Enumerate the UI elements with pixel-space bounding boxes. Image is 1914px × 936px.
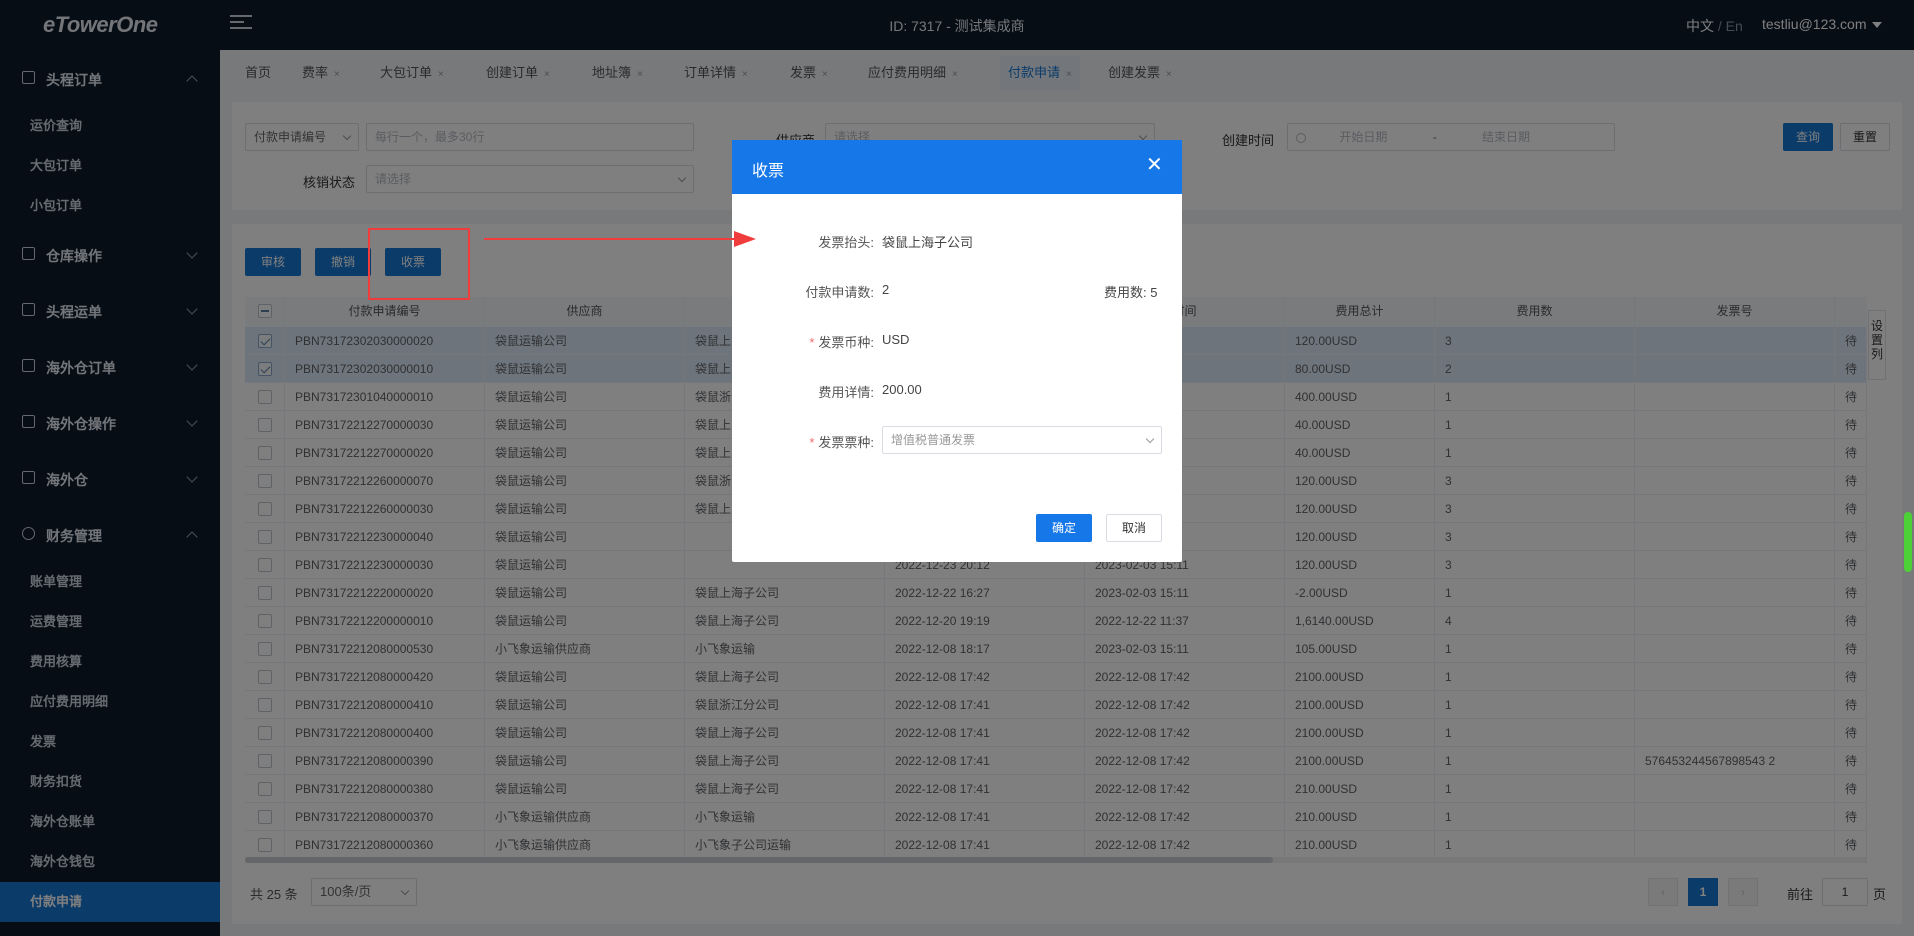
cancel-button[interactable]: 取消 [1106,514,1162,542]
fee-count-text: 费用数: 5 [1104,282,1157,301]
arrow-head-icon [734,231,756,247]
currency-label-text: 发票币种: [818,335,874,350]
required-mark: * [809,335,815,350]
apply-count-value: 2 [882,282,890,297]
fee-detail-label: 费用详情: [818,385,874,400]
confirm-button[interactable]: 确定 [1036,514,1092,542]
currency-label: * 发票币种: [744,332,874,351]
currency-value: USD [882,332,910,347]
required-mark: * [809,435,815,450]
fee-detail-value: 200.00 [882,382,922,397]
invoice-header-value: 袋鼠上海子公司 [882,235,974,250]
highlight-box [368,228,470,300]
side-indicator [1904,512,1912,572]
invoice-type-label: * 发票票种: [744,432,874,451]
dialog-title: 收票 [752,163,785,180]
close-icon[interactable]: ✕ [1146,154,1163,176]
invoice-header-label: 发票抬头: [818,235,874,250]
invoice-type-label-text: 发票票种: [818,435,874,450]
fee-count-value: 5 [1150,285,1158,300]
fee-count-label: 费用数: [1104,285,1147,300]
invoice-type-select[interactable]: 增值税普通发票 [882,426,1162,454]
receive-invoice-dialog: 收票 ✕ 发票抬头: 袋鼠上海子公司 付款申请数: 2 费用数: 5 * 发票币种… [732,140,1182,562]
dialog-header: 收票 ✕ [732,140,1182,194]
apply-count-label: 付款申请数: [805,285,874,300]
chevron-down-icon [1145,434,1155,444]
arrow-line [484,238,744,240]
select-placeholder: 增值税普通发票 [891,433,976,447]
